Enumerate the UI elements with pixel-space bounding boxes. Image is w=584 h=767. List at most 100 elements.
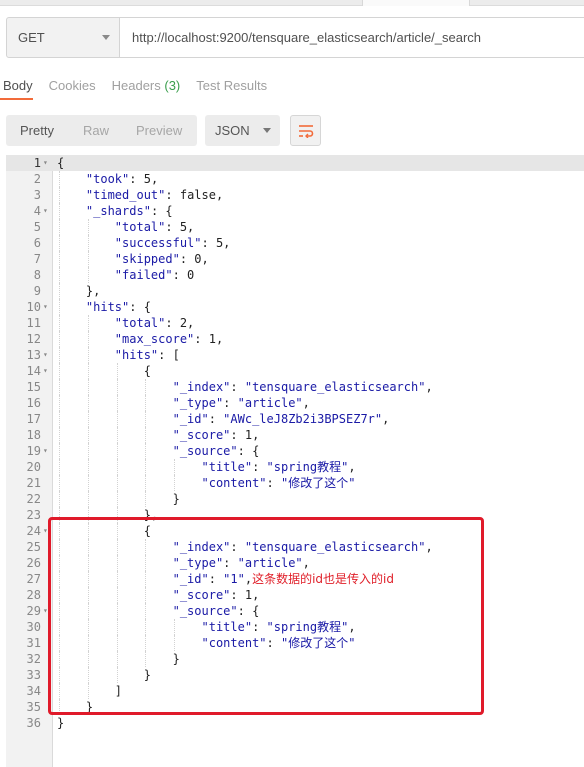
code-line: 12 "max_score": 1, [6,331,584,347]
code-line: 11 "total": 2, [6,315,584,331]
line-number: 2 [33,172,41,186]
method-label: GET [18,30,45,45]
code-line: 22 } [6,491,584,507]
line-number: 23 [26,508,41,522]
code-text: "total": 2, [114,316,195,330]
code-line: 15 "_index": "tensquare_elasticsearch", [6,379,584,395]
code-text: "_score": 1, [172,428,260,442]
code-line: 7 "skipped": 0, [6,251,584,267]
code-line: 3 "timed_out": false, [6,187,584,203]
view-mode-segment: Pretty Raw Preview [6,115,197,146]
code-text: "_shards": { [85,204,173,218]
line-number: 12 [26,332,41,346]
line-number: 11 [26,316,41,330]
line-number: 16 [26,396,41,410]
code-text: "took": 5, [85,172,159,186]
code-line: 6 "successful": 5, [6,235,584,251]
code-text: "successful": 5, [114,236,231,250]
tab-body[interactable]: Body [0,74,33,100]
line-number: 22 [26,492,41,506]
line-number: 19 [26,444,41,458]
wrap-lines-icon [298,124,313,138]
code-line: 19 ▾ "_source": { [6,443,584,459]
line-number: 20 [26,460,41,474]
code-line: 9 }, [6,283,584,299]
line-number: 9 [33,284,41,298]
chevron-down-icon [102,35,110,40]
line-number: 6 [33,236,41,250]
code-text: } [57,716,65,730]
line-number: 15 [26,380,41,394]
line-number: 29 [26,604,41,618]
url-input[interactable]: http://localhost:9200/tensquare_elastics… [120,17,584,58]
raw-button[interactable]: Raw [83,123,109,138]
code-line: 13 ▾ "hits": [ [6,347,584,363]
line-number: 1 [33,156,41,170]
code-line: 5 "total": 5, [6,219,584,235]
fold-toggle-icon[interactable]: ▾ [43,203,51,219]
line-number: 36 [26,716,41,730]
line-number: 34 [26,684,41,698]
code-line: 36} [6,715,584,731]
code-line: 14 ▾ { [6,363,584,379]
pretty-button[interactable]: Pretty [20,123,54,138]
fold-toggle-icon[interactable]: ▾ [43,363,51,379]
line-number: 30 [26,620,41,634]
request-tab[interactable] [362,0,470,6]
line-number: 18 [26,428,41,442]
tab-strip [0,0,584,6]
line-number: 32 [26,652,41,666]
format-label: JSON [215,123,250,138]
line-number: 24 [26,524,41,538]
line-number: 21 [26,476,41,490]
code-text: { [57,364,151,378]
tab-test-results-label: Test Results [196,78,268,93]
tab-headers[interactable]: Headers (3) [112,74,181,100]
highlight-box [48,517,484,715]
code-line: 10 ▾ "hits": { [6,299,584,315]
line-number: 7 [33,252,41,266]
code-text: "skipped": 0, [114,252,209,266]
format-select[interactable]: JSON [205,115,280,146]
preview-button[interactable]: Preview [136,123,182,138]
fold-toggle-icon[interactable]: ▾ [43,347,51,363]
request-bar: GET http://localhost:9200/tensquare_elas… [6,17,584,59]
wrap-lines-button[interactable] [290,115,321,146]
tab-test-results[interactable]: Test Results [196,74,267,100]
fold-toggle-icon[interactable]: ▾ [43,443,51,459]
line-number: 25 [26,540,41,554]
code-text: "_index": "tensquare_elasticsearch", [172,380,433,394]
code-line: 2 "took": 5, [6,171,584,187]
code-text: "_type": "article", [172,396,310,410]
line-number: 17 [26,412,41,426]
chevron-down-icon [263,128,271,133]
code-text: "title": "spring教程", [201,460,356,474]
tab-headers-label: Headers [111,78,161,93]
code-line: 17 "_id": "AWc_leJ8Zb2i3BPSEZ7r", [6,411,584,427]
code-line: 1 ▾ { [6,155,584,171]
code-line: 21 "content": "修改了这个" [6,475,584,491]
code-text: "_id": "AWc_leJ8Zb2i3BPSEZ7r", [172,412,390,426]
method-select[interactable]: GET [6,17,120,58]
line-number: 13 [26,348,41,362]
fold-toggle-icon[interactable]: ▾ [43,155,51,171]
code-line: 8 "failed": 0 [6,267,584,283]
headers-count-badge: (3) [164,78,181,93]
tab-cookies-label: Cookies [48,78,96,93]
line-number: 4 [33,204,41,218]
line-number: 26 [26,556,41,570]
code-text: } [57,492,180,506]
line-number: 27 [26,572,41,586]
line-number: 10 [26,300,41,314]
line-number: 14 [26,364,41,378]
code-line: 20 "title": "spring教程", [6,459,584,475]
code-text: "hits": [ [114,348,180,362]
tab-body-label: Body [3,78,33,93]
line-number: 5 [33,220,41,234]
line-number: 31 [26,636,41,650]
code-text: "hits": { [85,300,151,314]
fold-toggle-icon[interactable]: ▾ [43,299,51,315]
code-text: { [57,156,65,170]
tab-cookies[interactable]: Cookies [49,74,96,100]
code-line: 18 "_score": 1, [6,427,584,443]
